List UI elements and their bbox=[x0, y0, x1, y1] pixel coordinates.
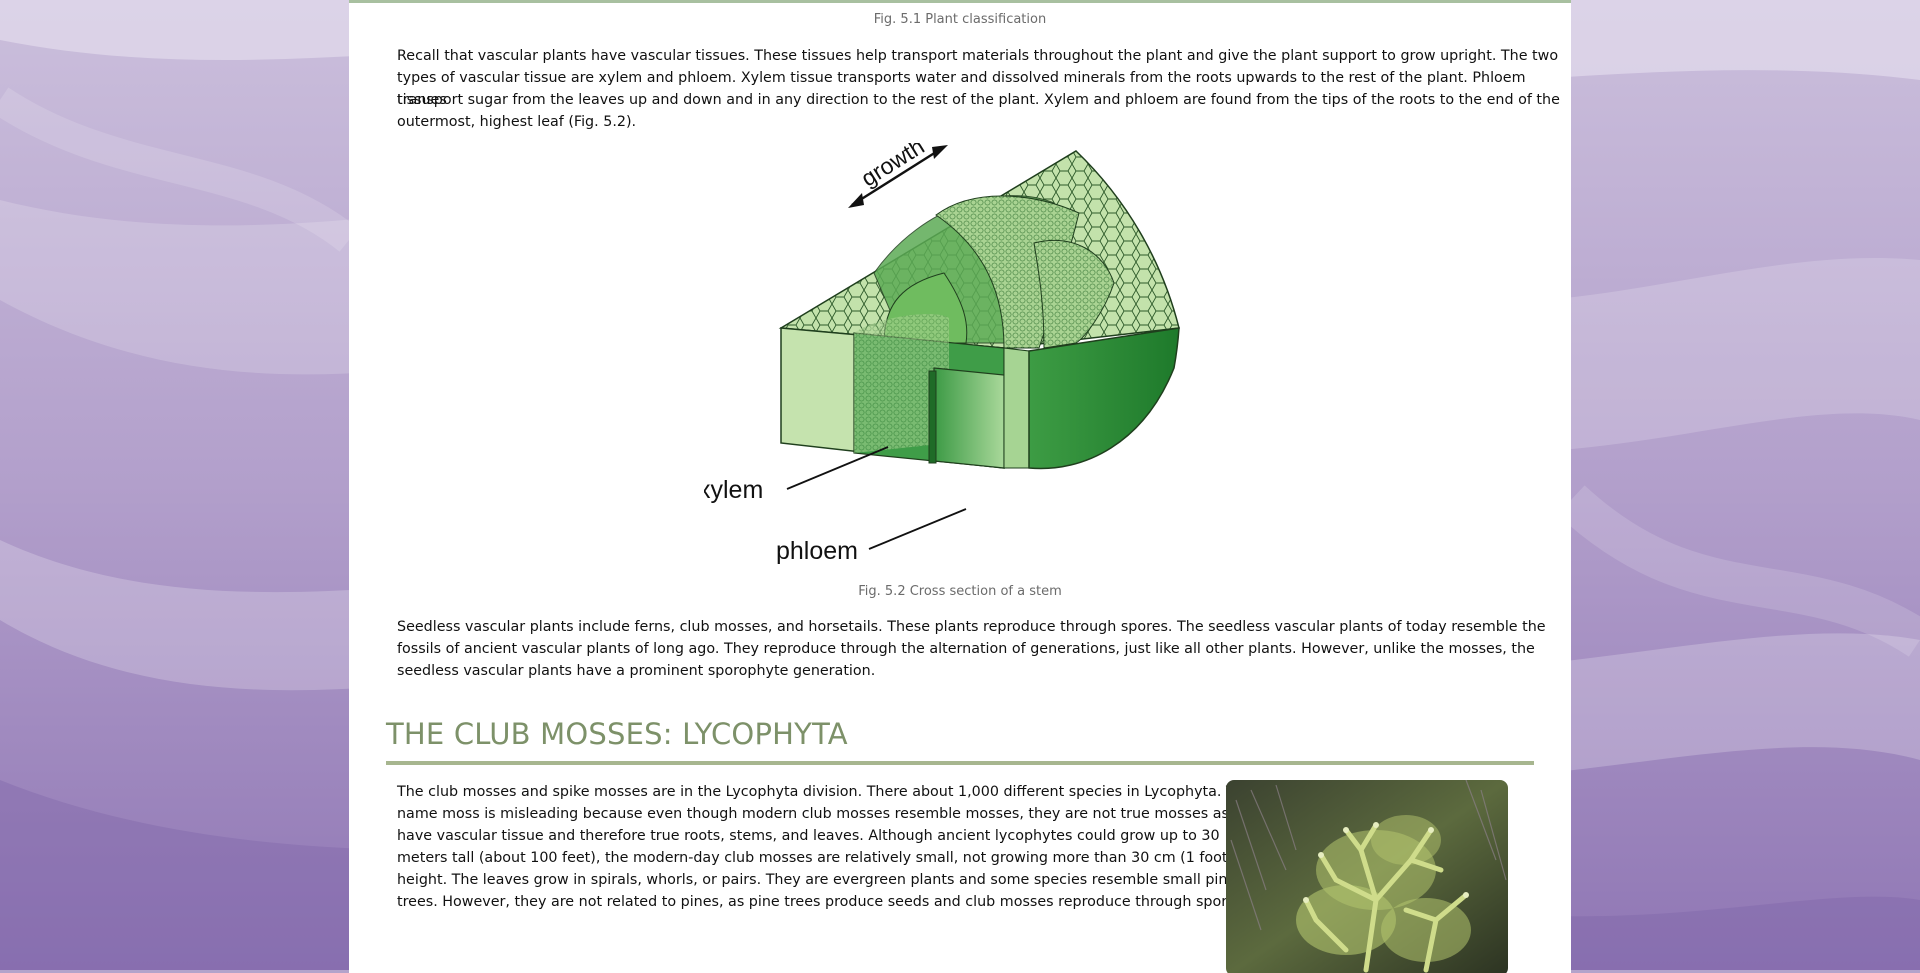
paragraph-line: outermost, highest leaf (Fig. 5.2). bbox=[397, 114, 637, 130]
paragraph-line: fossils of ancient vascular plants of lo… bbox=[397, 641, 1535, 657]
paragraph-line: Seedless vascular plants include ferns, … bbox=[397, 619, 1546, 635]
paragraph-line: meters tall (about 100 feet), the modern… bbox=[397, 850, 1251, 866]
section-heading-club-mosses: THE CLUB MOSSES: LYCOPHYTA bbox=[386, 717, 848, 751]
stem-cross-section-diagram: growth xylem phloem bbox=[704, 143, 1180, 565]
growth-label: growth bbox=[856, 143, 928, 191]
figure-caption-stem-cross-section: Fig. 5.2 Cross section of a stem bbox=[858, 584, 1062, 599]
club-moss-photo bbox=[1226, 780, 1508, 973]
xylem-label: xylem bbox=[704, 476, 763, 504]
figure-caption-plant-classification: Fig. 5.1 Plant classification bbox=[873, 12, 1047, 27]
paragraph-line: name moss is misleading because even tho… bbox=[397, 806, 1266, 822]
paragraph-line: Recall that vascular plants have vascula… bbox=[397, 48, 1559, 64]
paragraph-line: The club mosses and spike mosses are in … bbox=[397, 784, 1253, 800]
paragraph-line: have vascular tissue and therefore true … bbox=[397, 828, 1220, 844]
section-divider bbox=[386, 761, 1534, 765]
paragraph-line: height. The leaves grow in spirals, whor… bbox=[397, 872, 1237, 888]
document-page: Fig. 5.1 Plant classification Recall tha… bbox=[349, 0, 1571, 973]
paragraph-line: seedless vascular plants have a prominen… bbox=[397, 663, 876, 679]
paragraph-line: trees. However, they are not related to … bbox=[397, 894, 1248, 910]
paragraph-line: transport sugar from the leaves up and d… bbox=[397, 92, 1560, 108]
phloem-label: phloem bbox=[776, 537, 858, 565]
